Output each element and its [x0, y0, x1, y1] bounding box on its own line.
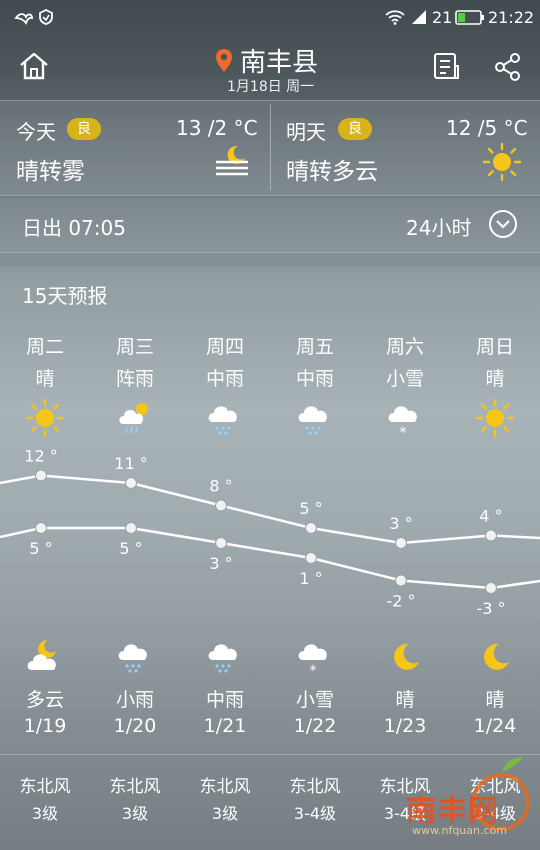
low-temp-label: 5 ° [29, 539, 52, 558]
high-temp-point [305, 522, 317, 534]
temperature-chart: 12 ° 11 ° 8 ° 5 ° 3 ° 4 ° 5 ° 5 ° 3 ° 1 ° -2 ° -3 ° [0, 447, 540, 618]
watermark: 南丰网 www.nfquan.com [402, 752, 532, 842]
high-temp-point [125, 477, 137, 489]
watermark-url: www.nfquan.com [412, 824, 507, 837]
low-temp-point [485, 582, 497, 594]
high-temp-label: 8 ° [209, 477, 232, 496]
high-temp-point [485, 529, 497, 542]
low-temp-label: 3 ° [209, 554, 232, 573]
high-temp-line [0, 474, 540, 545]
high-temp-point [35, 469, 47, 482]
high-temp-label: 3 ° [389, 514, 412, 533]
low-temp-label: -2 ° [386, 592, 415, 611]
low-temp-label: 1 ° [299, 569, 322, 588]
low-temp-point [215, 537, 227, 549]
high-temp-label: 11 ° [114, 454, 147, 473]
high-temp-point [215, 499, 227, 512]
high-temp-point [395, 537, 407, 549]
low-temp-label: -3 ° [476, 599, 505, 618]
low-temp-point [395, 574, 407, 587]
high-temp-label: 4 ° [479, 507, 502, 526]
high-temp-label: 12 ° [24, 447, 57, 466]
low-temp-point [35, 522, 47, 534]
high-temp-label: 5 ° [299, 499, 322, 518]
low-temp-point [305, 552, 317, 564]
low-temp-point [125, 522, 137, 534]
low-temp-label: 5 ° [119, 539, 142, 558]
